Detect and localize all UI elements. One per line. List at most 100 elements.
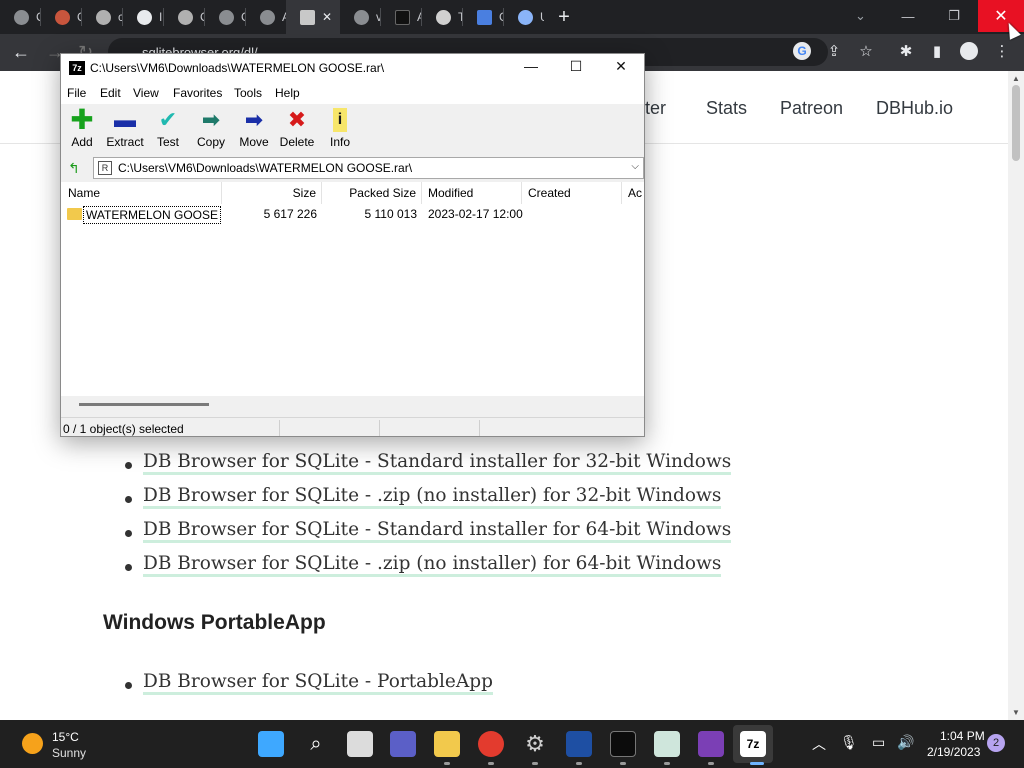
tab-favicon-icon bbox=[96, 9, 111, 25]
windows-start-icon[interactable] bbox=[258, 731, 284, 757]
download-link[interactable]: DB Browser for SQLite - Standard install… bbox=[143, 519, 732, 543]
7zip-taskbar-icon[interactable]: 7z bbox=[740, 731, 766, 757]
network-icon[interactable]: ▭ bbox=[872, 734, 885, 751]
nav-link-stats[interactable]: Stats bbox=[706, 98, 747, 119]
7zip-title-bar[interactable]: 7z C:\Users\VM6\Downloads\WATERMELON GOO… bbox=[61, 54, 644, 82]
terminal-icon[interactable] bbox=[610, 731, 636, 757]
podcast-app-icon[interactable] bbox=[698, 731, 724, 757]
microphone-icon[interactable]: 🎙 bbox=[840, 734, 858, 751]
scrollbar-thumb[interactable] bbox=[1012, 85, 1020, 161]
task-view-icon[interactable] bbox=[347, 731, 373, 757]
test-button[interactable]: ✔ Test bbox=[147, 108, 189, 152]
menu-file[interactable]: File bbox=[67, 86, 86, 100]
side-panel-icon[interactable]: ▮ bbox=[928, 42, 946, 60]
nav-link-patreon[interactable]: Patreon bbox=[780, 98, 843, 119]
extensions-puzzle-icon[interactable]: ✱ bbox=[897, 42, 915, 60]
tab-title: Go bbox=[499, 10, 503, 24]
browser-tab[interactable]: AI V bbox=[381, 0, 421, 34]
extract-button[interactable]: ▬ Extract bbox=[104, 108, 146, 152]
browser-tab[interactable]: con bbox=[82, 0, 122, 34]
path-combobox[interactable]: R C:\Users\VM6\Downloads\WATERMELON GOOS… bbox=[93, 157, 644, 179]
column-header-name[interactable]: Name bbox=[61, 182, 222, 204]
close-icon[interactable]: ✕ bbox=[606, 58, 636, 78]
kebab-menu-icon[interactable]: ⋮ bbox=[993, 42, 1011, 60]
browser-tab-active[interactable]: ✕ bbox=[286, 0, 340, 34]
browser-tab[interactable]: Col bbox=[164, 0, 204, 34]
folder-up-icon[interactable]: ↰ bbox=[66, 160, 82, 176]
horizontal-scrollbar[interactable] bbox=[61, 396, 644, 412]
tab-close-icon[interactable]: ✕ bbox=[322, 10, 332, 24]
column-header-created[interactable]: Created bbox=[522, 182, 622, 204]
download-link[interactable]: DB Browser for SQLite - PortableApp bbox=[143, 671, 493, 695]
browser-tab[interactable]: QEI bbox=[41, 0, 81, 34]
column-header-accessed[interactable]: Ac bbox=[622, 182, 644, 204]
weather-temperature[interactable]: 15°C bbox=[52, 730, 79, 744]
browser-tab[interactable]: Inv bbox=[123, 0, 163, 34]
download-link[interactable]: DB Browser for SQLite - .zip (no install… bbox=[143, 553, 722, 577]
volume-icon[interactable]: 🔊 bbox=[897, 734, 914, 751]
tab-search-chevron-icon[interactable]: ⌄ bbox=[855, 8, 866, 24]
settings-gear-icon[interactable]: ⚙ bbox=[522, 731, 548, 757]
running-indicator-active bbox=[750, 762, 764, 765]
scroll-down-arrow-icon[interactable]: ▼ bbox=[1012, 708, 1020, 717]
back-arrow-icon[interactable]: ← bbox=[12, 42, 30, 63]
browser-tab[interactable]: vm bbox=[340, 0, 380, 34]
google-lens-icon[interactable]: G bbox=[793, 42, 811, 60]
scroll-up-arrow-icon[interactable]: ▲ bbox=[1012, 74, 1020, 83]
bookmark-star-icon[interactable]: ☆ bbox=[857, 42, 875, 60]
table-row[interactable]: WATERMELON GOOSE 5 617 226 5 110 013 202… bbox=[61, 204, 644, 224]
weather-condition[interactable]: Sunny bbox=[52, 746, 86, 760]
download-link[interactable]: DB Browser for SQLite - Standard install… bbox=[143, 451, 732, 475]
browser-tab[interactable]: Cor bbox=[0, 0, 40, 34]
column-header-modified[interactable]: Modified bbox=[422, 182, 522, 204]
menu-tools[interactable]: Tools bbox=[234, 86, 262, 100]
browser-tab[interactable]: Tua bbox=[422, 0, 462, 34]
browser-minimize-icon[interactable]: — bbox=[885, 0, 931, 32]
tab-title: Col bbox=[241, 10, 245, 24]
clock-time[interactable]: 1:04 PM bbox=[940, 729, 985, 743]
browser-tab[interactable]: Col bbox=[205, 0, 245, 34]
menu-help[interactable]: Help bbox=[275, 86, 300, 100]
copy-button[interactable]: ➡ Copy bbox=[190, 108, 232, 152]
profile-avatar-icon[interactable] bbox=[960, 42, 978, 60]
file-explorer-icon[interactable] bbox=[434, 731, 460, 757]
minimize-icon[interactable]: — bbox=[516, 58, 546, 78]
address-row: ↰ R C:\Users\VM6\Downloads\WATERMELON GO… bbox=[61, 155, 644, 181]
powershell-icon[interactable] bbox=[566, 731, 592, 757]
move-button[interactable]: ➡ Move bbox=[233, 108, 275, 152]
share-icon[interactable]: ⇪ bbox=[825, 42, 843, 60]
search-icon[interactable]: ⌕ bbox=[303, 731, 329, 757]
menu-favorites[interactable]: Favorites bbox=[173, 86, 222, 100]
add-button[interactable]: ✚ Add bbox=[61, 106, 103, 152]
7zip-toolbar: ✚ Add ▬ Extract ✔ Test ➡ Copy ➡ Move ✖ Delete … bbox=[61, 104, 644, 154]
taskbar: 15°C Sunny ⌕ ⚙ 7z ︿ 🎙 ▭ 🔊 1:04 PM 2/19/2… bbox=[0, 720, 1024, 768]
tab-title: AI V bbox=[417, 10, 421, 24]
browser-tab[interactable]: Ufi bbox=[504, 0, 544, 34]
spreadsheet-app-icon[interactable] bbox=[654, 731, 680, 757]
menu-edit[interactable]: Edit bbox=[100, 86, 121, 100]
info-button[interactable]: i Info bbox=[319, 108, 361, 152]
menu-view[interactable]: View bbox=[133, 86, 159, 100]
teams-chat-icon[interactable] bbox=[390, 731, 416, 757]
column-header-packed-size[interactable]: Packed Size bbox=[322, 182, 422, 204]
scrollbar-thumb[interactable] bbox=[79, 403, 209, 406]
page-scrollbar[interactable]: ▲ ▼ bbox=[1008, 71, 1024, 720]
delete-button[interactable]: ✖ Delete bbox=[276, 108, 318, 152]
chevron-down-icon[interactable]: ⌵ bbox=[631, 161, 639, 172]
notification-badge[interactable]: 2 bbox=[987, 734, 1005, 752]
tray-overflow-chevron-icon[interactable]: ︿ bbox=[812, 734, 826, 754]
column-header-size[interactable]: Size bbox=[222, 182, 322, 204]
browser-restore-icon[interactable]: ❐ bbox=[931, 0, 977, 32]
clock-date[interactable]: 2/19/2023 bbox=[927, 745, 980, 759]
nav-link-dbhub[interactable]: DBHub.io bbox=[876, 98, 953, 119]
portable-download-list: DB Browser for SQLite - PortableApp bbox=[120, 671, 493, 705]
maximize-icon[interactable]: ☐ bbox=[561, 58, 591, 78]
browser-tab[interactable]: Adi bbox=[246, 0, 286, 34]
sun-weather-icon[interactable] bbox=[22, 733, 43, 754]
tab-title: vm bbox=[376, 10, 380, 24]
download-link[interactable]: DB Browser for SQLite - .zip (no install… bbox=[143, 485, 722, 509]
browser-tab[interactable]: Go bbox=[463, 0, 503, 34]
new-tab-plus-icon[interactable]: + bbox=[552, 6, 576, 29]
chrome-icon[interactable] bbox=[478, 731, 504, 757]
file-name-cell[interactable]: WATERMELON GOOSE bbox=[83, 206, 222, 224]
